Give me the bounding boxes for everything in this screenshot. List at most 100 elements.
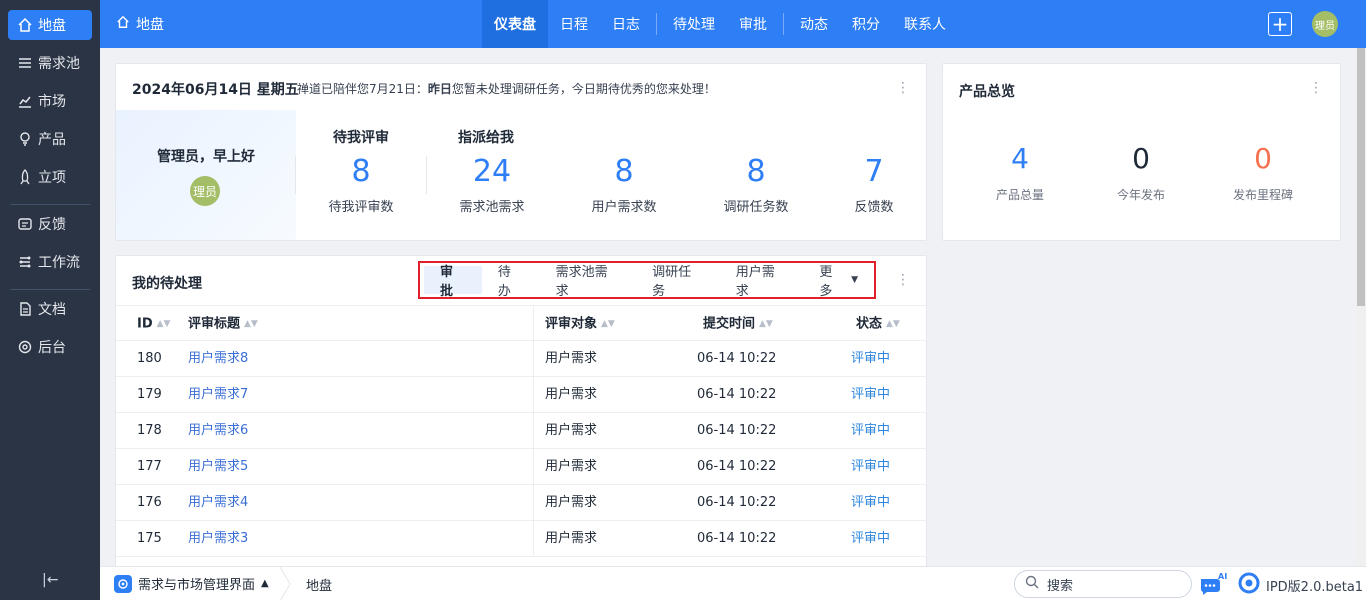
nav-pending[interactable]: 待处理 xyxy=(661,0,727,48)
breadcrumb-separator-icon xyxy=(279,567,291,600)
cell-object: 用户需求 xyxy=(545,387,598,402)
overview-milestones-label: 发布里程碑 xyxy=(1232,188,1293,202)
cell-title-link[interactable]: 用户需求5 xyxy=(188,449,248,485)
cell-status[interactable]: 评审中 xyxy=(851,413,890,449)
sidebar-item-docs[interactable]: 文档 xyxy=(8,294,92,324)
stat-research-count[interactable]: 8 xyxy=(706,154,806,189)
stat-review-label: 待我评审数 xyxy=(328,200,394,215)
todo-more-button[interactable]: ⋮ xyxy=(895,272,911,288)
col-object-label: 评审对象 xyxy=(545,316,598,332)
cell-status[interactable]: 评审中 xyxy=(851,377,890,413)
tab-todo[interactable]: 待办 xyxy=(482,265,540,299)
tab-user-demand[interactable]: 用户需求 xyxy=(720,265,804,299)
cell-status[interactable]: 评审中 xyxy=(851,521,890,557)
table-row[interactable]: 180 用户需求8 用户需求 06-14 10:22 评审中 xyxy=(116,341,926,377)
table-row[interactable]: 177 用户需求5 用户需求 06-14 10:22 评审中 xyxy=(116,449,926,485)
stat-review-count[interactable]: 8 xyxy=(311,154,411,189)
nav-calendar[interactable]: 日程 xyxy=(548,0,600,48)
user-avatar[interactable]: 理员 xyxy=(1312,11,1338,37)
cell-status[interactable]: 评审中 xyxy=(851,341,890,377)
zentao-logo-icon xyxy=(1238,572,1260,598)
overview-milestones[interactable]: 0 xyxy=(1203,142,1323,175)
cell-title-link[interactable]: 用户需求8 xyxy=(188,341,248,377)
col-object[interactable]: 评审对象 ▲▼ xyxy=(545,306,615,342)
assigned-section-title: 指派给我 xyxy=(458,130,514,146)
cell-status[interactable]: 评审中 xyxy=(851,485,890,521)
col-time[interactable]: 提交时间 ▲▼ xyxy=(703,306,773,342)
tab-research[interactable]: 调研任务 xyxy=(636,265,720,299)
greeting-avatar: 理员 xyxy=(190,176,220,206)
cell-time: 06-14 10:22 xyxy=(697,423,777,438)
sidebar-item-market[interactable]: 市场 xyxy=(8,86,92,116)
nav-log[interactable]: 日志 xyxy=(600,0,652,48)
overview-released-this-year[interactable]: 0 xyxy=(1081,142,1201,175)
topbar-breadcrumb[interactable]: 地盘 xyxy=(116,0,164,48)
sidebar-item-label: 文档 xyxy=(38,302,66,318)
table-row[interactable]: 178 用户需求6 用户需求 06-14 10:22 评审中 xyxy=(116,413,926,449)
scrollbar-thumb[interactable] xyxy=(1357,48,1365,306)
stat-feedback-count[interactable]: 7 xyxy=(824,154,924,189)
nav-activity[interactable]: 动态 xyxy=(788,0,840,48)
sidebar-item-label: 后台 xyxy=(38,340,66,356)
cell-time: 06-14 10:22 xyxy=(697,387,777,402)
sidebar-item-admin[interactable]: 后台 xyxy=(8,332,92,362)
welcome-more-button[interactable]: ⋮ xyxy=(895,80,911,96)
home-icon xyxy=(116,15,130,33)
greeting-panel: 管理员，早上好 理员 xyxy=(116,110,296,240)
cell-title-link[interactable]: 用户需求6 xyxy=(188,413,248,449)
welcome-message-prefix: 禅道已陪伴您7月21日： xyxy=(297,82,428,96)
cell-title-link[interactable]: 用户需求3 xyxy=(188,521,248,557)
sort-icon: ▲▼ xyxy=(156,319,171,329)
sidebar-item-feedback[interactable]: 反馈 xyxy=(8,209,92,239)
sidebar-item-label: 市场 xyxy=(38,94,66,110)
approval-table: ID ▲▼ 评审标题 ▲▼ 评审对象 ▲▼ 提交时间 ▲▼ 状态 ▲▼ 180 用户需求8… xyxy=(116,305,926,557)
col-id[interactable]: ID ▲▼ xyxy=(137,306,170,342)
welcome-message-suffix: 您暂未处理调研任务，今日期待优秀的您来处理！ xyxy=(451,82,716,96)
sidebar-item-label: 地盘 xyxy=(38,18,66,34)
nav-approval[interactable]: 审批 xyxy=(727,0,779,48)
cell-status[interactable]: 评审中 xyxy=(851,449,890,485)
nav-points[interactable]: 积分 xyxy=(840,0,892,48)
version-indicator[interactable]: IPD版2.0.beta1 xyxy=(1238,572,1363,598)
overview-more-button[interactable]: ⋮ xyxy=(1308,80,1324,96)
bottom-breadcrumb[interactable]: 地盘 xyxy=(306,575,332,594)
review-section-title: 待我评审 xyxy=(333,130,389,146)
current-date: 2024年06月14日 星期五 xyxy=(132,82,299,98)
app-switcher[interactable]: 需求与市场管理界面 ▲ xyxy=(114,574,269,593)
stat-user-demand-count[interactable]: 8 xyxy=(574,154,674,189)
sidebar-item-demand-pool[interactable]: 需求池 xyxy=(8,48,92,78)
stat-divider xyxy=(295,156,296,194)
nav-dashboard[interactable]: 仪表盘 xyxy=(482,0,548,48)
tab-more[interactable]: 更多 ▼ xyxy=(803,265,874,299)
stat-demand-pool-count[interactable]: 24 xyxy=(442,154,542,189)
global-search[interactable]: 搜索 xyxy=(1014,570,1192,598)
table-row[interactable]: 179 用户需求7 用户需求 06-14 10:22 评审中 xyxy=(116,377,926,413)
nav-divider xyxy=(656,13,657,35)
col-title[interactable]: 评审标题 ▲▼ xyxy=(188,306,258,342)
table-row[interactable]: 175 用户需求3 用户需求 06-14 10:22 评审中 xyxy=(116,521,926,557)
page-scrollbar[interactable] xyxy=(1356,48,1366,566)
ai-chat-icon[interactable]: AI xyxy=(1198,571,1228,597)
tab-approval[interactable]: 审批 xyxy=(424,265,482,299)
col-status[interactable]: 状态 ▲▼ xyxy=(856,306,900,342)
nav-contacts[interactable]: 联系人 xyxy=(892,0,958,48)
sidebar-item-dashboard[interactable]: 地盘 xyxy=(8,10,92,40)
table-row[interactable]: 176 用户需求4 用户需求 06-14 10:22 评审中 xyxy=(116,485,926,521)
create-button[interactable]: + xyxy=(1268,12,1292,36)
cell-title-link[interactable]: 用户需求4 xyxy=(188,485,248,521)
ai-label: AI xyxy=(1218,572,1227,581)
plus-icon: + xyxy=(1271,12,1289,36)
sidebar-item-project[interactable]: 立项 xyxy=(8,162,92,192)
tab-demand-pool[interactable]: 需求池需求 xyxy=(540,265,637,299)
overview-product-total[interactable]: 4 xyxy=(960,142,1080,175)
sidebar-collapse-button[interactable]: |← xyxy=(42,572,58,588)
sidebar-item-label: 反馈 xyxy=(38,217,66,233)
sidebar-divider xyxy=(10,289,90,290)
welcome-message: 禅道已陪伴您7月21日：昨日您暂未处理调研任务，今日期待优秀的您来处理！ xyxy=(297,80,716,97)
cell-title-link[interactable]: 用户需求7 xyxy=(188,377,248,413)
nav-divider xyxy=(783,13,784,35)
welcome-card: 2024年06月14日 星期五 禅道已陪伴您7月21日：昨日您暂未处理调研任务，… xyxy=(115,63,927,241)
sidebar-item-workflow[interactable]: 工作流 xyxy=(8,247,92,277)
sidebar-item-product[interactable]: 产品 xyxy=(8,124,92,154)
top-nav: 仪表盘 日程 日志 待处理 审批 动态 积分 联系人 xyxy=(482,0,958,48)
